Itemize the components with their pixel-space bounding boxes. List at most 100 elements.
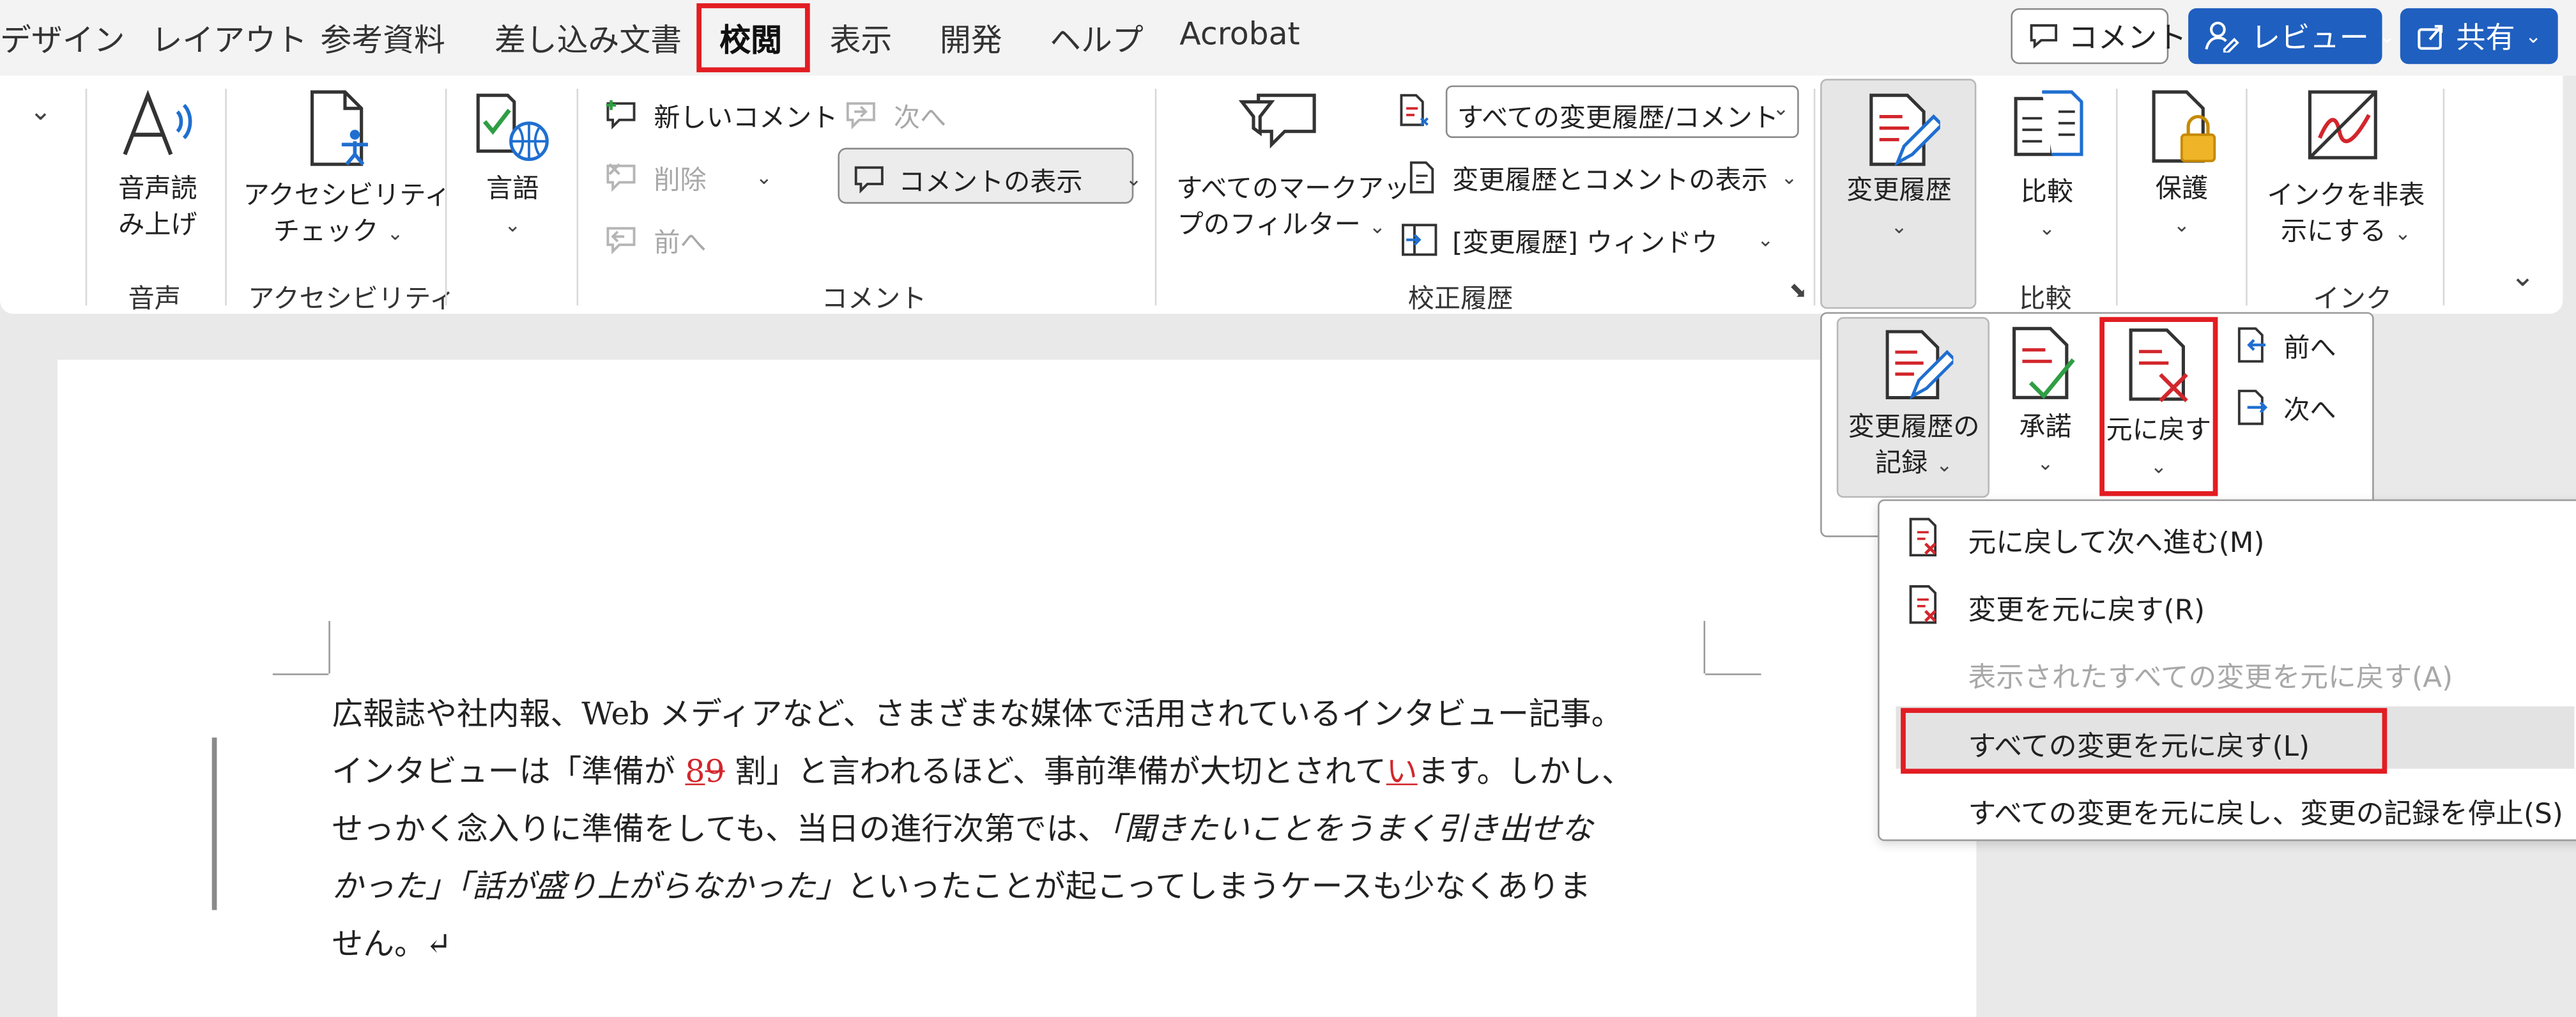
accessibility-check-button[interactable] [305, 89, 378, 167]
new-comment-icon [604, 98, 641, 131]
accept-label: 承諾 [2019, 410, 2072, 442]
previous-change-icon [2234, 325, 2271, 365]
tab-design[interactable]: デザイン [0, 17, 125, 61]
display-for-review-icon-wrap [1397, 92, 1436, 132]
hide-ink-button[interactable] [2306, 89, 2382, 164]
track-changes-icon [1865, 90, 1940, 169]
tab-help[interactable]: ヘルプ [1050, 17, 1144, 61]
menu-reject-all-shown[interactable]: 表示されたすべての変更を元に戻す(A) [1968, 654, 2453, 694]
language-icon [473, 89, 552, 164]
protect-label: 保護 ⌄ [2155, 172, 2208, 237]
menu-reject-change[interactable]: 変更を元に戻す(R) [1968, 586, 2205, 627]
inserted-text: 8 [685, 754, 705, 790]
review-button-label: レビュー [2250, 21, 2369, 56]
tab-acrobat[interactable]: Acrobat [1179, 17, 1300, 53]
share-button[interactable]: 共有 ⌄ [2400, 8, 2558, 65]
paragraph-line-1: 広報誌や社内報、Web メディアなど、さまざまな媒体で活用されているインタビュー… [332, 696, 1623, 733]
filter-icon [1238, 89, 1321, 161]
review-ribbon: ⌄ 音声読 み上げ 音声 アクセシビリティ チェック ⌄ アクセシビリティ 言語… [0, 75, 2563, 314]
reject-button[interactable]: 元に戻す ⌄ [2104, 322, 2213, 491]
reject-change-icon [1906, 583, 1945, 626]
chevron-down-icon[interactable]: ⌄ [29, 95, 51, 126]
comments-button-label: コメント [2068, 21, 2187, 56]
next-comment-button[interactable]: 次へ [845, 95, 946, 135]
previous-comment-button[interactable]: 前へ [604, 220, 707, 260]
collapse-ribbon-icon[interactable]: ⌄ [2510, 259, 2535, 294]
share-button-label: 共有 [2456, 21, 2515, 56]
document-body[interactable]: 広報誌や社内報、Web メディアなど、さまざまな媒体で活用されているインタビュー… [332, 687, 1744, 974]
group-tracking-label: 校正履歴 [1407, 282, 1514, 314]
group-accessibility-label: アクセシビリティ [248, 282, 456, 314]
tab-developer[interactable]: 開発 [940, 17, 1002, 61]
chevron-down-icon: ⌄ [1772, 96, 1790, 120]
language-button[interactable] [473, 89, 552, 164]
accessibility-check-label: アクセシビリティ チェック ⌄ [243, 179, 451, 247]
delete-comment-icon [604, 161, 641, 194]
track-changes-icon [1881, 327, 1954, 402]
tab-view[interactable]: 表示 [830, 17, 893, 61]
tab-layout[interactable]: レイアウト [151, 17, 307, 61]
read-aloud-icon [118, 89, 197, 161]
group-comments-label: コメント [821, 282, 927, 314]
track-changes-label: 変更履歴 [1846, 174, 1952, 206]
record-changes-label-2: 記録 [1875, 447, 1928, 478]
accept-icon [2007, 324, 2083, 402]
compare-button[interactable] [2011, 89, 2086, 167]
show-markup-button[interactable]: 変更履歴とコメントの表示 ⌄ [1406, 158, 1797, 197]
menu-reject-and-next[interactable]: 元に戻して次へ進む(M) [1968, 519, 2265, 560]
markup-display-select[interactable]: すべての変更履歴/コメント ⌄ [1445, 85, 1799, 138]
reviewer-icon [2205, 20, 2241, 53]
reject-icon [2124, 325, 2200, 404]
dialog-launcher-icon[interactable]: ⬊ [1789, 279, 1807, 304]
comments-button[interactable]: コメント [2011, 8, 2187, 65]
compare-label: 比較 ⌄ [2020, 176, 2074, 240]
inserted-text: い [1386, 754, 1418, 790]
markup-filter-label: すべてのマークアッ プのフィルター ⌄ [1176, 172, 1410, 240]
read-aloud-button[interactable] [118, 89, 197, 161]
compare-icon [2011, 89, 2086, 167]
change-bar [211, 737, 217, 910]
display-for-review-icon [1397, 92, 1436, 132]
hide-ink-label: インクを非表 示にする ⌄ [2267, 179, 2425, 247]
comment-icon [853, 164, 885, 194]
group-voice-label: 音声 [128, 282, 181, 314]
record-changes-label-1: 変更履歴の [1848, 410, 1980, 442]
reject-label: 元に戻す [2106, 413, 2212, 445]
reject-and-next-icon [1906, 516, 1945, 558]
show-comments-button[interactable]: コメントの表示 ⌄ [838, 148, 1142, 204]
read-aloud-label: 音声読 み上げ [118, 172, 197, 240]
chevron-down-icon: ⌄ [2525, 24, 2542, 48]
accessibility-icon [305, 89, 378, 167]
paragraph-line-2: インタビューは「準備が 89 割」と言われるほど、事前準備が大切とされています。… [332, 754, 1633, 790]
tab-mailings[interactable]: 差し込み文書 [494, 17, 682, 61]
paragraph-line-4: かった」「話が盛り上がらなかった」といったことが起こってしまうケースも少なくあり… [332, 869, 1591, 905]
new-comment-button[interactable]: 新しいコメント [604, 95, 838, 135]
protect-button[interactable] [2149, 89, 2221, 167]
language-label: 言語 ⌄ [486, 172, 539, 237]
track-changes-button[interactable]: 変更履歴 ⌄ [1820, 79, 1977, 309]
ribbon-tab-bar: デザイン レイアウト 参考資料 差し込み文書 校閲 表示 開発 ヘルプ Acro… [0, 0, 2576, 76]
share-icon [2417, 21, 2446, 50]
chevron-down-icon: ⌄ [2379, 24, 2396, 48]
review-button[interactable]: レビュー ⌄ [2188, 8, 2395, 65]
group-ink-label: インク [2313, 282, 2392, 314]
previous-change-button[interactable]: 前へ [2234, 325, 2336, 365]
next-change-icon [2234, 388, 2271, 427]
comment-icon [2029, 23, 2058, 49]
next-comment-icon [845, 98, 881, 131]
hide-ink-icon [2306, 89, 2382, 164]
record-changes-button[interactable]: 変更履歴の 記録 ⌄ [1836, 317, 1989, 498]
markup-filter-button[interactable] [1238, 89, 1321, 161]
tab-references[interactable]: 参考資料 [320, 17, 445, 61]
menu-reject-all-stop-tracking[interactable]: すべての変更を元に戻し、変更の記録を停止(S) [1968, 790, 2563, 831]
group-compare-label: 比較 [2019, 282, 2072, 314]
menu-reject-all[interactable]: すべての変更を元に戻す(L) [1968, 723, 2310, 763]
previous-comment-icon [604, 224, 641, 256]
paragraph-line-3: せっかく念入りに準備をしても、当日の進行次第では、「聞きたいことをうまく引き出せ… [332, 811, 1593, 848]
next-change-button[interactable]: 次へ [2234, 388, 2336, 427]
reviewing-pane-button[interactable]: [変更履歴] ウィンドウ ⌄ [1400, 220, 1774, 260]
reviewing-pane-icon [1400, 222, 1439, 258]
delete-comment-button[interactable]: 削除 ⌄ [604, 158, 772, 197]
review-tab-highlight [696, 3, 810, 73]
lock-icon [2149, 89, 2221, 167]
